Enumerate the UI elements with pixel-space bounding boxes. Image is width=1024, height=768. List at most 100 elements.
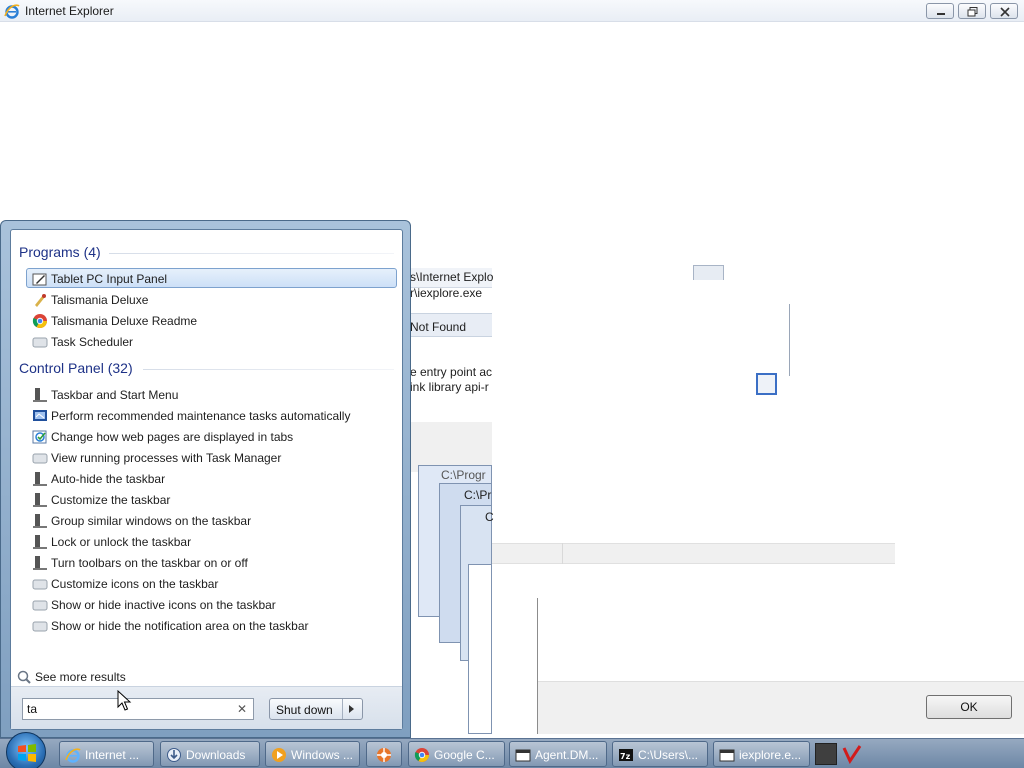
taskbar-item-agent-dm[interactable]: Agent.DM... bbox=[509, 741, 607, 767]
background-error-text: e entry point ac bbox=[410, 365, 493, 379]
stacked-window-3-title: C bbox=[485, 510, 494, 524]
taskbar-item-iexplore[interactable]: iexplore.e... bbox=[713, 741, 810, 767]
taskbar-item-label: Downloads bbox=[186, 748, 246, 762]
taskbar-item-downloads[interactable]: Downloads bbox=[160, 741, 260, 767]
notification-area-icon bbox=[32, 600, 48, 611]
taskbar-item-label: Windows ... bbox=[291, 748, 354, 762]
taskbar-settings-icon bbox=[33, 535, 47, 549]
media-icon bbox=[272, 748, 286, 762]
taskbar-item-label: Internet ... bbox=[85, 748, 140, 762]
scheduler-icon bbox=[32, 337, 48, 348]
restore-icon bbox=[967, 7, 978, 17]
maintenance-icon bbox=[33, 410, 47, 421]
cp-item-group-windows[interactable]: Group similar windows on the taskbar bbox=[26, 510, 397, 530]
cp-item-tabs-display[interactable]: Change how web pages are displayed in ta… bbox=[26, 426, 397, 446]
archive-icon: 7z bbox=[619, 749, 633, 761]
background-toolbar bbox=[492, 543, 895, 564]
cp-item-label: Taskbar and Start Menu bbox=[51, 388, 179, 402]
taskbar-item-label: Google C... bbox=[434, 748, 495, 762]
downloads-icon bbox=[167, 748, 181, 762]
background-error-text-2: ink library api-r bbox=[410, 380, 489, 394]
cp-item-lock-taskbar[interactable]: Lock or unlock the taskbar bbox=[26, 531, 397, 551]
background-toolbar-divider bbox=[562, 543, 563, 564]
window-icon bbox=[719, 749, 735, 762]
game-icon bbox=[35, 294, 46, 307]
start-button[interactable] bbox=[6, 732, 46, 768]
task-manager-icon bbox=[32, 453, 48, 464]
cp-item-label: Group similar windows on the taskbar bbox=[51, 514, 252, 528]
start-menu: Programs (4) Tablet PC Input Panel Talis… bbox=[0, 220, 411, 738]
program-item-label: Talismania Deluxe Readme bbox=[51, 314, 198, 328]
taskbar-settings-icon bbox=[33, 388, 47, 402]
windows-logo-icon bbox=[18, 744, 36, 762]
internet-options-icon bbox=[32, 430, 47, 444]
program-item-tablet-pc-input-panel[interactable]: Tablet PC Input Panel bbox=[26, 268, 397, 288]
cp-item-customize-taskbar[interactable]: Customize the taskbar bbox=[26, 489, 397, 509]
program-item-label: Task Scheduler bbox=[51, 335, 134, 349]
cp-item-maintenance[interactable]: Perform recommended maintenance tasks au… bbox=[26, 405, 397, 425]
window-title: Internet Explorer bbox=[25, 4, 114, 18]
background-status-text: Not Found bbox=[410, 320, 467, 334]
cp-item-toolbars[interactable]: Turn toolbars on the taskbar on or off bbox=[26, 552, 397, 572]
tray-app-icon[interactable] bbox=[815, 743, 837, 765]
shut-down-options-button[interactable] bbox=[342, 699, 362, 719]
control-panel-heading[interactable]: Control Panel (32) bbox=[19, 360, 133, 376]
background-focus-box bbox=[756, 373, 777, 395]
taskbar-item-windows[interactable]: Windows ... bbox=[265, 741, 360, 767]
notification-area-icon bbox=[32, 579, 48, 590]
chevron-right-icon bbox=[349, 705, 354, 713]
cp-item-notification-area[interactable]: Show or hide the notification area on th… bbox=[26, 615, 397, 635]
cp-item-inactive-icons[interactable]: Show or hide inactive icons on the taskb… bbox=[26, 594, 397, 614]
restore-button[interactable] bbox=[958, 3, 986, 19]
cp-item-label: Change how web pages are displayed in ta… bbox=[51, 430, 294, 444]
taskbar-item-users-folder[interactable]: 7z C:\Users\... bbox=[612, 741, 708, 767]
ok-button[interactable]: OK bbox=[926, 695, 1012, 719]
taskbar-settings-icon bbox=[33, 514, 47, 528]
cp-item-label: Show or hide the notification area on th… bbox=[51, 619, 309, 633]
cp-item-label: Auto-hide the taskbar bbox=[51, 472, 166, 486]
cp-item-label: Turn toolbars on the taskbar on or off bbox=[51, 556, 248, 570]
stacked-window-2-title: C:\Pr bbox=[464, 488, 492, 502]
taskbar-item-label: iexplore.e... bbox=[739, 748, 802, 762]
cp-item-label: Perform recommended maintenance tasks au… bbox=[51, 409, 351, 423]
program-item-talismania-deluxe[interactable]: Talismania Deluxe bbox=[26, 289, 397, 309]
taskbar-settings-icon bbox=[33, 493, 47, 507]
program-item-task-scheduler[interactable]: Task Scheduler bbox=[26, 331, 397, 351]
ie-icon bbox=[65, 748, 81, 763]
clear-search-icon[interactable]: ✕ bbox=[237, 702, 247, 716]
shut-down-label: Shut down bbox=[276, 703, 333, 717]
cp-item-task-manager[interactable]: View running processes with Task Manager bbox=[26, 447, 397, 467]
program-item-talismania-deluxe-readme[interactable]: Talismania Deluxe Readme bbox=[26, 310, 397, 330]
app-icon bbox=[377, 748, 391, 762]
search-icon bbox=[17, 670, 31, 684]
cp-item-auto-hide[interactable]: Auto-hide the taskbar bbox=[26, 468, 397, 488]
taskbar-item-google-chrome[interactable]: Google C... bbox=[408, 741, 505, 767]
stacked-window-1-title: C:\Progr bbox=[441, 468, 486, 482]
see-more-label: See more results bbox=[35, 670, 126, 684]
taskbar-item-app[interactable] bbox=[366, 741, 402, 767]
cp-item-customize-icons[interactable]: Customize icons on the taskbar bbox=[26, 573, 397, 593]
cp-item-label: View running processes with Task Manager bbox=[51, 451, 282, 465]
cp-item-label: Customize icons on the taskbar bbox=[51, 577, 219, 591]
start-search-box[interactable]: ✕ bbox=[22, 698, 254, 720]
taskbar: Internet ... Downloads Windows ... Googl… bbox=[0, 732, 1024, 768]
cp-item-taskbar-and-start-menu[interactable]: Taskbar and Start Menu bbox=[26, 384, 397, 404]
background-close-fragment bbox=[693, 265, 724, 280]
background-separator bbox=[789, 304, 790, 376]
taskbar-item-label: Agent.DM... bbox=[535, 748, 599, 762]
chrome-icon bbox=[414, 748, 429, 762]
taskbar-item-label: C:\Users\... bbox=[638, 748, 699, 762]
antivirus-icon[interactable] bbox=[842, 744, 862, 764]
taskbar-settings-icon bbox=[33, 472, 47, 486]
taskbar-item-internet-explorer[interactable]: Internet ... bbox=[59, 741, 154, 767]
mouse-cursor-icon bbox=[117, 690, 132, 711]
background-path-text: s\Internet Explo bbox=[410, 270, 494, 284]
programs-heading[interactable]: Programs (4) bbox=[19, 244, 101, 260]
taskbar-settings-icon bbox=[33, 556, 47, 570]
close-button[interactable] bbox=[990, 3, 1018, 19]
shut-down-button[interactable]: Shut down bbox=[269, 698, 363, 720]
background-exe-text: r\iexplore.exe bbox=[410, 286, 483, 300]
stacked-window-4 bbox=[468, 564, 492, 734]
cp-item-label: Lock or unlock the taskbar bbox=[51, 535, 192, 549]
minimize-button[interactable] bbox=[926, 3, 954, 19]
